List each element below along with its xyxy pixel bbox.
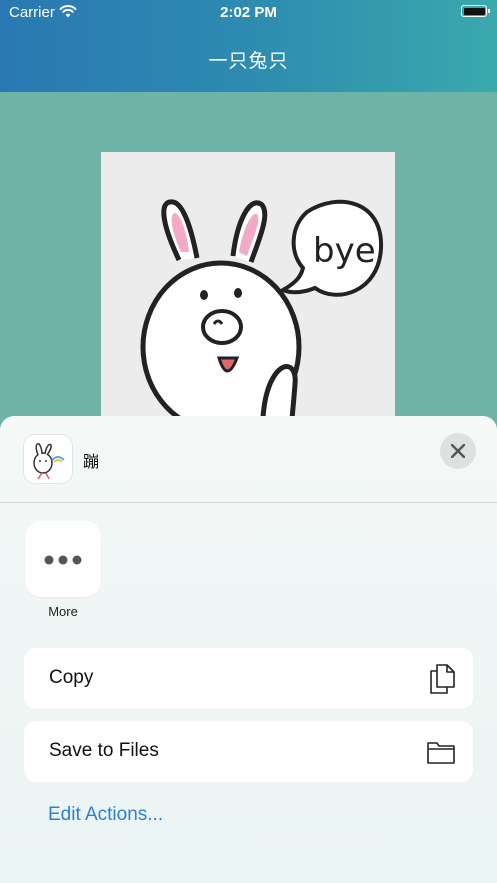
page-title: 一只兔只 [208,51,289,72]
copy-icon [430,664,455,694]
more-icon [44,555,82,565]
app-name: 蹦 [83,452,100,471]
save-to-files-label: Save to Files [49,740,159,761]
more-label: More [48,604,78,619]
more-button[interactable] [25,521,101,597]
bunny-app-icon [33,443,65,480]
share-sheet-header: 蹦 [0,416,497,503]
save-to-files-action-button[interactable]: Save to Files [24,721,473,782]
edit-actions-link[interactable]: Edit Actions... [48,804,163,826]
share-sheet: 蹦 More Copy Save to Files Edit Actions..… [0,416,497,883]
close-button[interactable] [440,433,476,469]
copy-action-button[interactable]: Copy [24,648,473,709]
battery-icon [461,5,490,17]
navigation-header: Carrier 2:02 PM 一只兔只 [0,0,497,92]
folder-icon [427,742,455,764]
bubble-text: bye [313,231,376,271]
status-bar: Carrier 2:02 PM [0,0,497,26]
copy-action-label: Copy [49,667,94,688]
status-time: 2:02 PM [220,4,277,21]
app-icon [24,435,72,483]
close-icon [451,444,465,458]
